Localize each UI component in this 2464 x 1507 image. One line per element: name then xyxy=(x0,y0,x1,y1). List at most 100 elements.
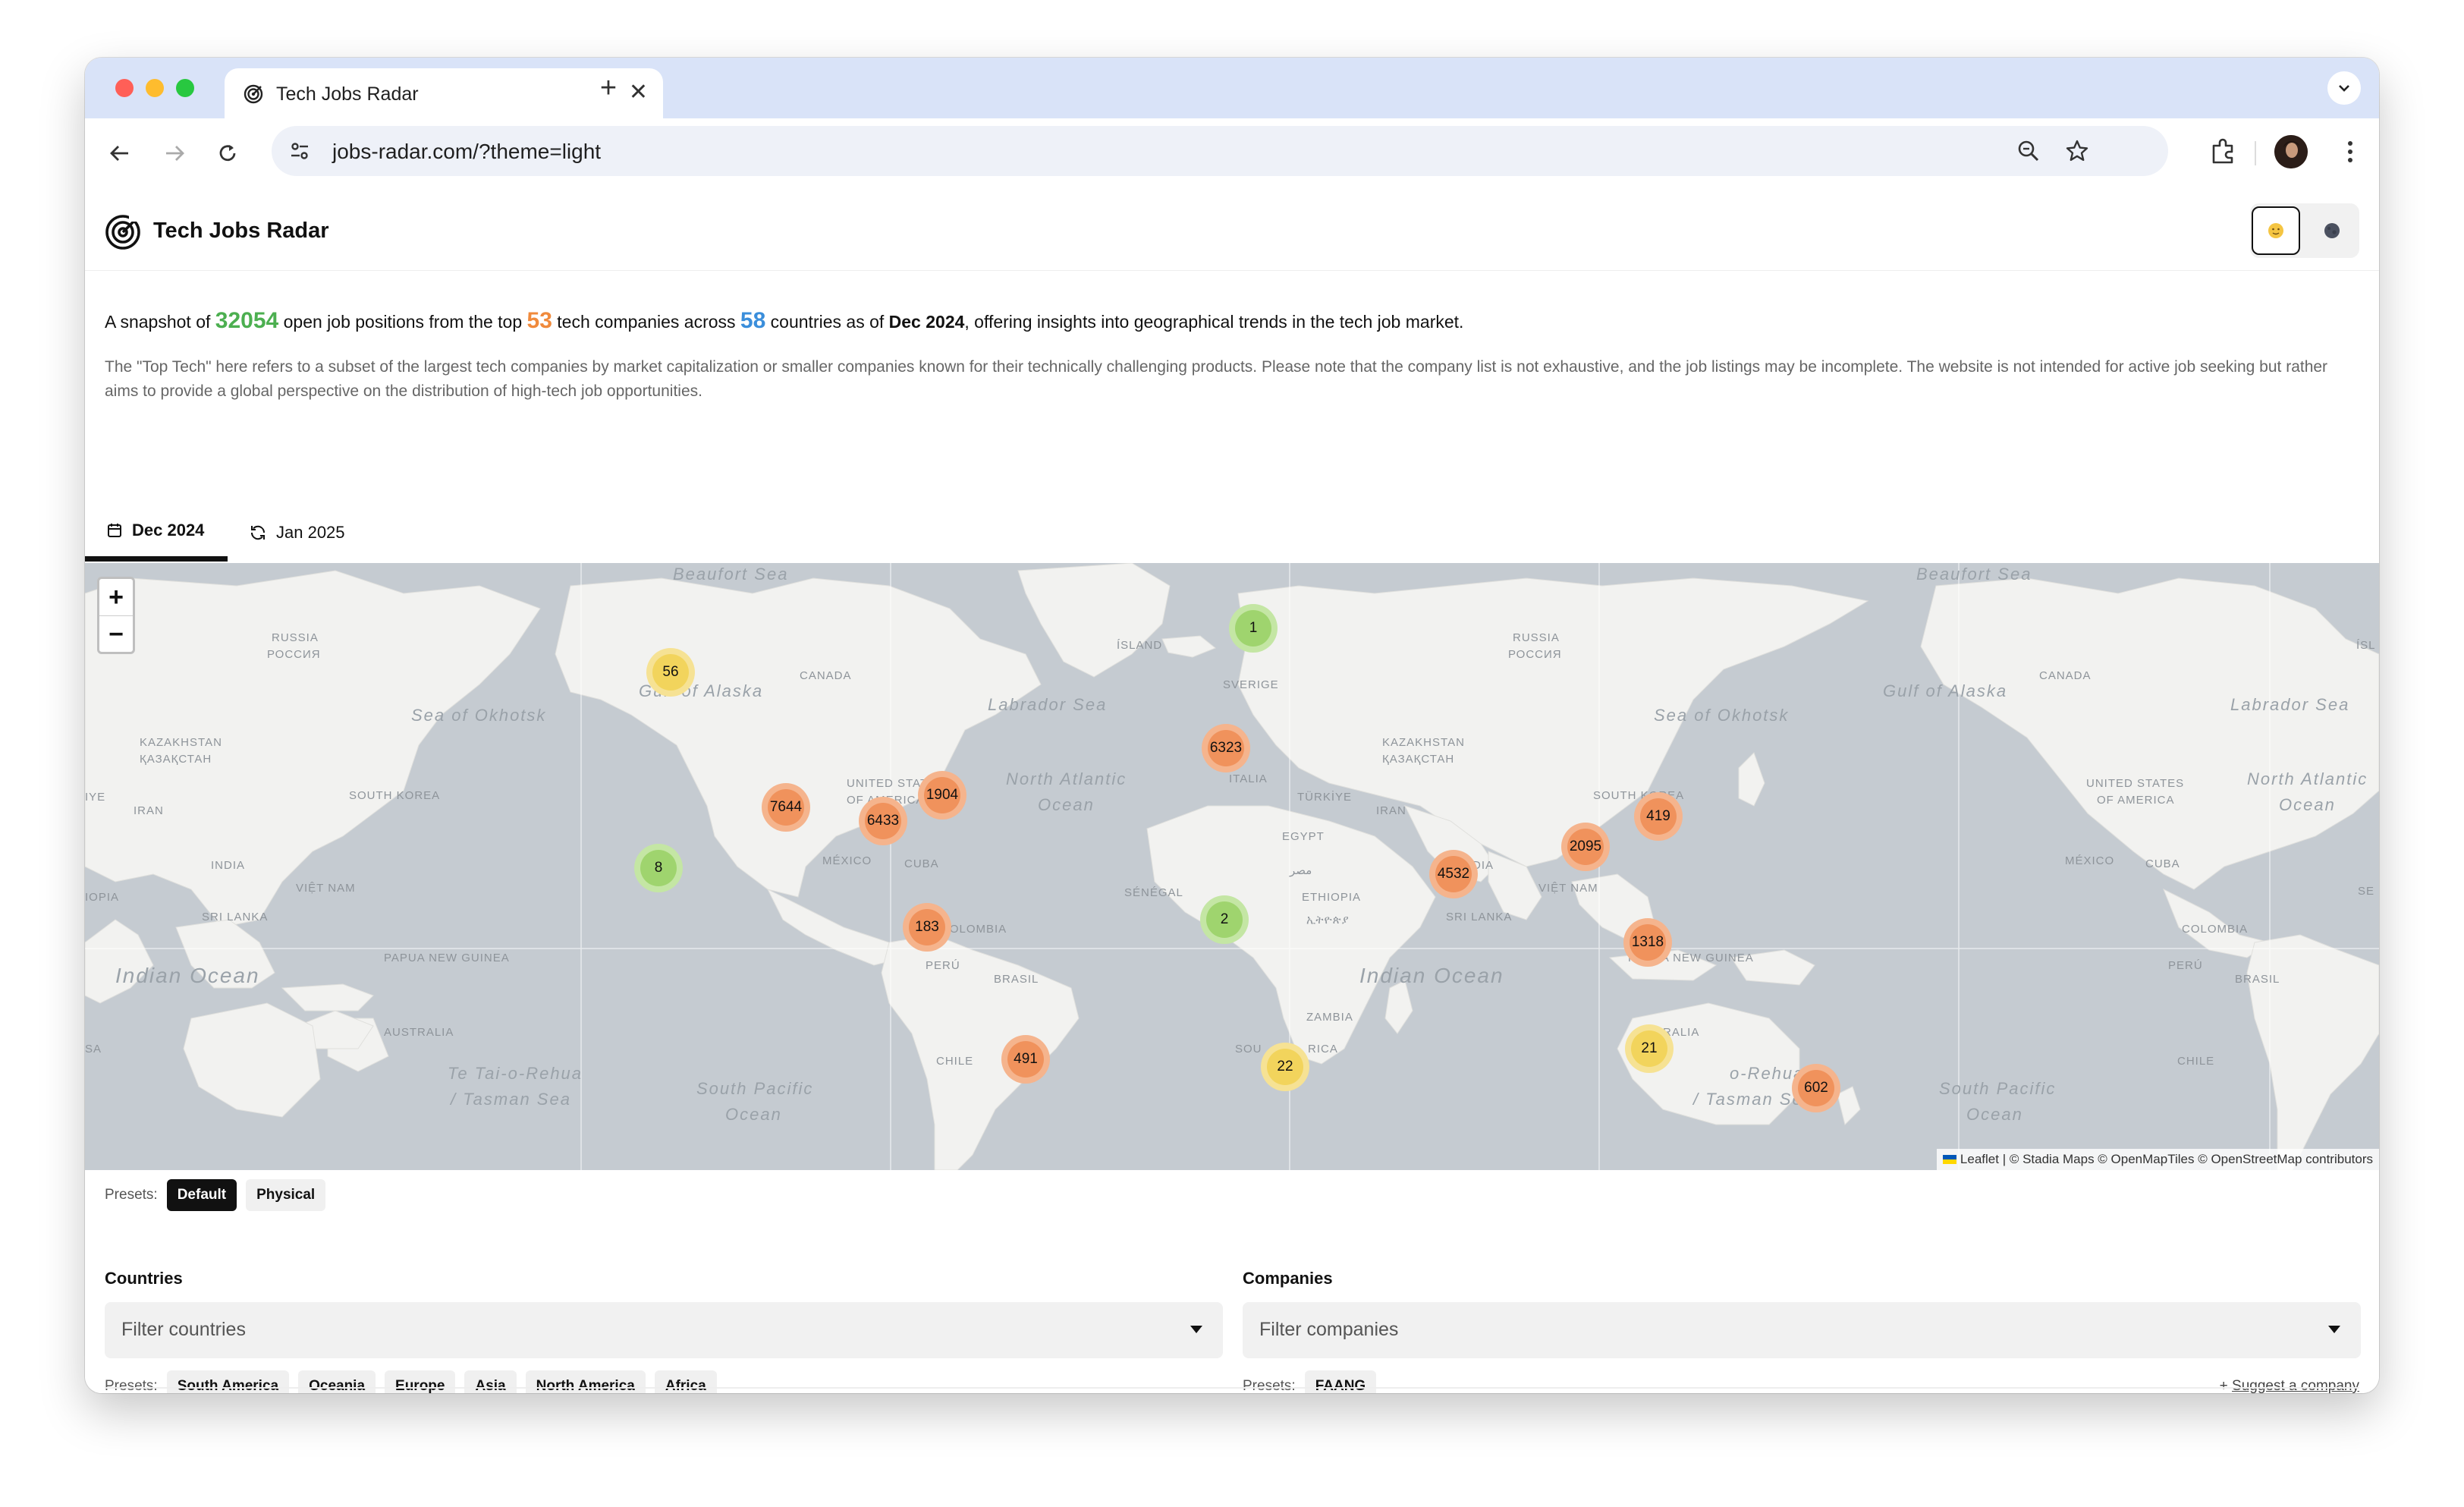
leaflet-link[interactable]: Leaflet xyxy=(1960,1152,1999,1166)
job-cluster-marker[interactable]: 6323 xyxy=(1202,724,1250,772)
disclaimer-text: The "Top Tech" here refers to a subset o… xyxy=(105,358,2328,400)
reload-button[interactable] xyxy=(211,137,244,170)
job-cluster-marker[interactable]: 56 xyxy=(646,648,695,697)
minimize-window-button[interactable] xyxy=(146,79,164,97)
map-label: Indian Ocean xyxy=(1359,964,1504,987)
map-label: COLOMBIA xyxy=(2182,923,2249,936)
map-label: UNITED STATES xyxy=(2086,777,2185,790)
companies-select[interactable]: Filter companies xyxy=(1243,1302,2361,1358)
arrow-right-icon xyxy=(166,146,184,161)
preset-faang-button[interactable]: FAANG xyxy=(1304,1370,1377,1393)
job-cluster-marker[interactable]: 2 xyxy=(1200,895,1249,944)
jobs-map[interactable]: Beaufort Sea Beaufort Sea RUSSIA РОССИЯ … xyxy=(85,563,2379,1170)
tab-search-button[interactable] xyxy=(2327,71,2361,105)
zoom-out-button[interactable]: − xyxy=(99,616,133,653)
cluster-count: 602 xyxy=(1798,1070,1834,1106)
light-theme-button[interactable] xyxy=(2252,206,2300,255)
profile-avatar[interactable] xyxy=(2274,135,2308,168)
map-label: SOU xyxy=(1235,1043,1262,1056)
map-label: KAZAKHSTAN xyxy=(1382,736,1465,749)
attribution-text: | © Stadia Maps © OpenMapTiles © OpenStr… xyxy=(1998,1152,2373,1166)
preset-europe-button[interactable]: Europe xyxy=(385,1370,456,1393)
dark-theme-button[interactable] xyxy=(2308,206,2356,255)
zoom-icon[interactable] xyxy=(2016,139,2041,163)
job-cluster-marker[interactable]: 419 xyxy=(1634,792,1683,841)
map-label: IRAN xyxy=(1376,804,1406,817)
job-cluster-marker[interactable]: 1 xyxy=(1229,604,1278,653)
job-cluster-marker[interactable]: 602 xyxy=(1792,1064,1840,1112)
map-label: CANADA xyxy=(800,669,852,682)
cluster-count: 1318 xyxy=(1630,924,1666,961)
cluster-count: 6433 xyxy=(865,803,901,839)
tab-close-icon[interactable]: ✕ xyxy=(629,79,648,106)
close-window-button[interactable] xyxy=(115,79,134,97)
map-label: ÍSLAND xyxy=(1117,639,1163,652)
cluster-count: 1 xyxy=(1235,610,1271,647)
map-label: РОССИЯ xyxy=(267,648,321,661)
suggest-prefix: + xyxy=(2219,1378,2233,1393)
sync-icon xyxy=(250,525,266,540)
map-label: Labrador Sea xyxy=(2230,695,2350,714)
preset-south-america-button[interactable]: South America xyxy=(166,1370,290,1393)
forward-button[interactable] xyxy=(158,137,191,170)
address-bar[interactable]: jobs-radar.com/?theme=light xyxy=(272,126,2168,176)
map-label: CUBA xyxy=(904,857,939,870)
map-label: CANADA xyxy=(2039,669,2092,682)
preset-asia-button[interactable]: Asia xyxy=(464,1370,517,1393)
back-button[interactable] xyxy=(103,137,137,170)
map-label: North Atlantic xyxy=(1006,769,1127,788)
site-settings-icon[interactable] xyxy=(288,140,311,162)
map-label: South Pacific xyxy=(1939,1079,2057,1098)
moon-emoji-icon xyxy=(2324,223,2340,238)
cluster-count: 2095 xyxy=(1567,829,1604,865)
maximize-window-button[interactable] xyxy=(176,79,194,97)
job-cluster-marker[interactable]: 1318 xyxy=(1623,918,1672,967)
preset-africa-button[interactable]: Africa xyxy=(654,1370,717,1393)
extensions-icon[interactable] xyxy=(2208,137,2238,167)
preset-oceania-button[interactable]: Oceania xyxy=(298,1370,376,1393)
intro-text: , offering insights into geographical tr… xyxy=(964,312,1464,332)
new-tab-button[interactable]: + xyxy=(593,73,624,103)
map-label: EGYPT xyxy=(1282,830,1325,843)
map-label: CHILE xyxy=(2177,1055,2215,1068)
map-label: Beaufort Sea xyxy=(1916,565,2032,584)
tab-dec-2024[interactable]: Dec 2024 xyxy=(85,504,228,562)
map-label: SRI LANKA xyxy=(1446,911,1513,923)
cluster-count: 1904 xyxy=(924,777,960,813)
presets-label: Presets: xyxy=(105,1187,158,1203)
preset-north-america-button[interactable]: North America xyxy=(525,1370,646,1393)
countries-select[interactable]: Filter countries xyxy=(105,1302,1223,1358)
job-cluster-marker[interactable]: 1904 xyxy=(918,771,966,820)
cluster-count: 491 xyxy=(1007,1041,1044,1078)
job-cluster-marker[interactable]: 4532 xyxy=(1429,850,1478,898)
map-label: Labrador Sea xyxy=(988,695,1108,714)
map-label: RUSSIA xyxy=(272,631,319,644)
job-cluster-marker[interactable]: 491 xyxy=(1001,1035,1050,1084)
job-cluster-marker[interactable]: 8 xyxy=(634,844,683,892)
map-label: MÉXICO xyxy=(822,854,872,867)
cluster-count: 8 xyxy=(640,850,677,886)
job-cluster-marker[interactable]: 183 xyxy=(903,903,951,952)
tab-jan-2025[interactable]: Jan 2025 xyxy=(249,504,345,562)
bookmark-star-icon[interactable] xyxy=(2065,139,2089,163)
map-label: South Pacific xyxy=(696,1079,814,1098)
zoom-in-button[interactable]: + xyxy=(99,579,133,616)
map-label: SOUTH KOREA xyxy=(349,789,441,802)
job-cluster-marker[interactable]: 7644 xyxy=(762,783,810,832)
map-label: SVERIGE xyxy=(1223,678,1279,691)
preset-default-button[interactable]: Default xyxy=(166,1179,237,1211)
job-cluster-marker[interactable]: 22 xyxy=(1261,1043,1309,1091)
preset-physical-button[interactable]: Physical xyxy=(246,1179,326,1211)
job-cluster-marker[interactable]: 21 xyxy=(1625,1024,1674,1073)
ukraine-flag-icon xyxy=(1943,1155,1957,1164)
companies-placeholder: Filter companies xyxy=(1259,1319,1399,1340)
suggest-company-link[interactable]: Suggest a company xyxy=(2232,1378,2359,1393)
map-label: IRAN xyxy=(134,804,164,817)
map-label: Beaufort Sea xyxy=(673,565,789,584)
map-label: Ocean xyxy=(2279,795,2336,814)
tab-title: Tech Jobs Radar xyxy=(276,83,419,105)
job-cluster-marker[interactable]: 2095 xyxy=(1561,823,1610,871)
date-tabs: Dec 2024 Jan 2025 xyxy=(85,504,2379,562)
job-cluster-marker[interactable]: 6433 xyxy=(859,797,907,845)
more-menu-icon[interactable] xyxy=(2343,137,2358,167)
